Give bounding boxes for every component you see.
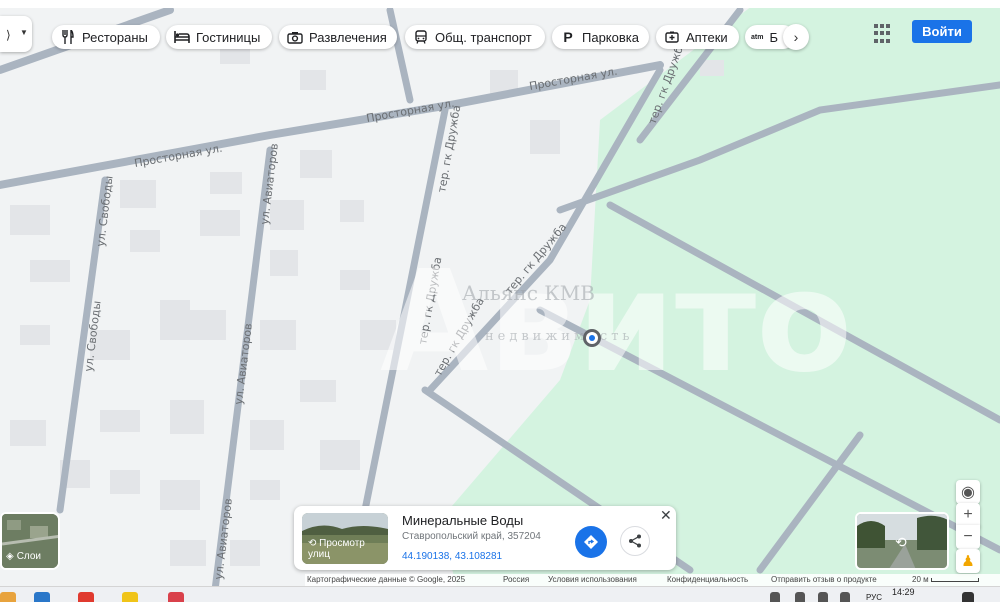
plus-icon: + — [963, 506, 973, 523]
scale-label: 20 м — [912, 575, 929, 584]
street-view-thumbnail[interactable]: ⟲ Просмотр улиц — [302, 513, 388, 564]
chip-label: Развлечения — [309, 29, 387, 45]
location-pin-icon[interactable] — [583, 329, 601, 347]
close-icon[interactable]: ✕ — [660, 507, 672, 524]
parking-icon: P — [563, 29, 573, 45]
share-button[interactable] — [620, 526, 650, 556]
place-address: Ставропольский край, 357204 — [402, 531, 541, 542]
dropdown-arrow-icon[interactable]: ▼ — [20, 28, 28, 37]
watermark-avito: Авито — [380, 241, 852, 404]
footer-feedback-link[interactable]: Отправить отзыв о продукте — [771, 575, 877, 584]
sign-in-button[interactable]: Войти — [912, 20, 972, 43]
chip-label: Рестораны — [82, 29, 148, 45]
hotel-icon — [174, 29, 190, 45]
map-footer: Картографические данные © Google, 2025 Р… — [305, 574, 1000, 586]
pegman-button[interactable]: ♟ — [956, 549, 980, 573]
atm-icon: atm — [751, 33, 764, 41]
chips-next-button[interactable]: › — [783, 24, 809, 50]
watermark-agency: Альянс КМВ — [462, 281, 595, 305]
scale-bar — [931, 578, 979, 582]
chip-transit[interactable]: Общ. транспорт — [405, 25, 545, 49]
chip-label: Гостиницы — [196, 29, 261, 45]
footer-country-link[interactable]: Россия — [503, 575, 529, 584]
rotate-360-icon: ⟲ — [895, 534, 907, 550]
chip-label: Общ. транспорт — [435, 29, 532, 45]
pegman-icon: ♟ — [961, 553, 975, 570]
os-taskbar: РУС 14:29 — [0, 586, 1000, 602]
chip-parking[interactable]: P Парковка — [552, 25, 649, 49]
chip-label: Аптеки — [686, 29, 728, 45]
layers-icon: ◈ — [6, 551, 14, 562]
share-icon — [629, 534, 641, 548]
footer-terms-link[interactable]: Условия использования — [548, 575, 637, 584]
browser-top-strip — [0, 0, 1000, 8]
chip-entertainment[interactable]: Развлечения — [279, 25, 397, 49]
restaurant-icon — [60, 29, 76, 45]
zoom-in-button[interactable]: + — [956, 503, 980, 527]
place-card[interactable]: ⟲ Просмотр улиц Минеральные Воды Ставроп… — [294, 506, 676, 570]
watermark-agency-sub: недвижимость — [485, 329, 633, 344]
eye-icon: ◉ — [961, 484, 975, 501]
place-coordinates[interactable]: 44.190138, 43.108281 — [402, 551, 502, 562]
camera-icon — [287, 29, 303, 45]
chip-restaurants[interactable]: Рестораны — [52, 25, 160, 49]
place-title: Минеральные Воды — [402, 513, 524, 528]
chip-hotels[interactable]: Гостиницы — [166, 25, 272, 49]
location-button[interactable]: ◉ — [956, 480, 980, 504]
street-view-preview[interactable]: ⟲ — [855, 512, 949, 570]
layers-button[interactable]: ◈ Слои — [0, 512, 60, 570]
search-box-edge[interactable]: ⟩ ▼ — [0, 16, 32, 52]
zoom-out-button[interactable]: − — [956, 525, 980, 549]
chip-label: Б — [769, 29, 778, 45]
chip-label: Парковка — [582, 29, 639, 45]
minus-icon: − — [963, 528, 973, 545]
map-data-attribution: Картографические данные © Google, 2025 — [307, 575, 466, 584]
street-view-label: Просмотр улиц — [308, 538, 365, 560]
pharmacy-icon — [664, 29, 680, 45]
clock[interactable]: 14:29 — [892, 587, 915, 597]
directions-button[interactable] — [575, 526, 607, 558]
transit-icon — [413, 29, 429, 45]
apps-grid-icon[interactable] — [874, 24, 894, 44]
rotate-360-icon: ⟲ — [308, 538, 317, 549]
chip-pharmacies[interactable]: Аптеки — [656, 25, 739, 49]
footer-privacy-link[interactable]: Конфиденциальность — [667, 575, 748, 584]
directions-icon — [584, 535, 598, 549]
chevron-icon[interactable]: ⟩ — [6, 28, 11, 42]
layers-label: Слои — [16, 551, 42, 562]
chevron-right-icon: › — [793, 29, 799, 45]
